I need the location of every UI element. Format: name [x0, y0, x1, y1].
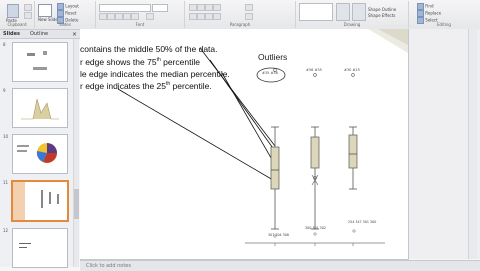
find-button[interactable]: Find: [417, 3, 433, 10]
slide-thumbnail[interactable]: [12, 42, 68, 82]
decrease-indent-icon[interactable]: [205, 4, 213, 11]
box: [270, 146, 280, 190]
shadow-icon[interactable]: [131, 13, 139, 20]
font-group: Font: [96, 1, 185, 28]
outlier-label: 300 301 302: [305, 226, 326, 230]
find-icon: [417, 3, 424, 10]
align-text-icon[interactable]: [245, 13, 253, 20]
align-right-icon[interactable]: [205, 13, 213, 20]
outlier-point: [313, 73, 317, 77]
box: [348, 134, 358, 169]
arrange-button[interactable]: [336, 3, 350, 21]
slide-thumbnail[interactable]: [12, 134, 68, 174]
new-slide-button[interactable]: New Slide: [38, 4, 58, 22]
outlier-label: #30 #25: [344, 68, 360, 72]
font-group-label: Font: [135, 22, 145, 27]
replace-button[interactable]: Replace: [417, 10, 441, 17]
align-center-icon[interactable]: [197, 13, 205, 20]
copy-icon[interactable]: [24, 12, 32, 19]
chart-title: Outliers: [258, 52, 287, 62]
thumbnails-scrollbar[interactable]: [73, 39, 79, 267]
drawing-group: Shape Outline Shape Effects Drawing: [296, 1, 409, 28]
align-left-icon[interactable]: [189, 13, 197, 20]
pointer-line: [117, 88, 274, 181]
editing-group-label: Editing: [437, 22, 451, 27]
outlier-label: 307 304 308: [268, 233, 289, 237]
shape-outline-label: Shape Outline: [368, 7, 397, 12]
paragraph-group: Paragraph: [185, 1, 296, 28]
ribbon: Paste Clipboard New Slide Layout Reset D…: [0, 0, 480, 30]
outlier-point: [352, 229, 356, 233]
shapes-gallery[interactable]: [299, 3, 333, 21]
tab-outline[interactable]: Outline: [30, 31, 48, 37]
shape-effects-button[interactable]: Shape Effects: [368, 13, 395, 18]
numbering-icon[interactable]: [197, 4, 205, 11]
editing-group: Find Replace Select Editing: [409, 1, 479, 28]
bullets-icon[interactable]: [189, 4, 197, 11]
justify-icon[interactable]: [213, 13, 221, 20]
notes-placeholder: Click to add notes: [86, 263, 131, 269]
outlier-point: [351, 73, 355, 77]
slide-canvas[interactable]: contains the middle 50% of the data. r e…: [80, 29, 409, 260]
slide-thumbnail[interactable]: [12, 228, 68, 268]
layout-button[interactable]: Layout: [57, 3, 79, 10]
shape-effects-label: Shape Effects: [368, 13, 396, 18]
thumb-number: 11: [3, 180, 9, 185]
reset-icon: [57, 10, 64, 17]
layout-icon: [57, 3, 64, 10]
thumb-number: 10: [3, 134, 9, 139]
find-label: Find: [425, 3, 434, 9]
thumb-pie-icon: [17, 143, 57, 163]
slide-vertical-scrollbar[interactable]: [468, 29, 477, 259]
box: [310, 136, 320, 169]
clipboard-group-label: Clipboard: [7, 22, 27, 27]
slide-thumbnail-selected[interactable]: [11, 180, 69, 222]
notes-pane[interactable]: Click to add notes: [80, 260, 480, 271]
shape-outline-button[interactable]: Shape Outline: [368, 7, 396, 12]
font-color-icon[interactable]: [146, 13, 154, 20]
slide-thumbnails-panel: 8 9 10 11 12: [0, 39, 74, 268]
quick-styles-button[interactable]: [352, 3, 366, 21]
cut-icon[interactable]: [24, 4, 32, 11]
thumb-distribution-icon: [21, 98, 59, 120]
reset-button[interactable]: Reset: [57, 10, 76, 17]
font-size-dropdown[interactable]: [152, 4, 168, 12]
scrollbar-thumb[interactable]: [74, 189, 79, 219]
paste-button[interactable]: Paste: [6, 4, 19, 23]
drawing-group-label: Drawing: [343, 22, 361, 27]
close-icon[interactable]: ×: [72, 31, 77, 38]
font-name-dropdown[interactable]: [99, 4, 151, 12]
thumb-number: 12: [3, 228, 9, 233]
pointer-line: [199, 47, 276, 147]
thumb-number: 9: [3, 88, 6, 93]
reset-label: Reset: [65, 10, 77, 16]
strikethrough-icon[interactable]: [123, 13, 131, 20]
replace-icon: [417, 10, 424, 17]
clipboard-group: Paste Clipboard: [0, 1, 35, 28]
slides-group-label: Slides: [59, 22, 71, 27]
pointer-line: [221, 72, 275, 164]
thumb-number: 8: [3, 42, 6, 47]
italic-icon[interactable]: [107, 13, 115, 20]
outlier-point: [313, 232, 317, 236]
outlier-label: #36 #35: [306, 68, 322, 72]
slide-thumbnail[interactable]: [12, 88, 68, 128]
slides-group: New Slide Layout Reset Delete Slides: [35, 1, 96, 28]
text-direction-icon[interactable]: [245, 4, 253, 11]
replace-label: Replace: [425, 10, 442, 16]
bold-icon[interactable]: [99, 13, 107, 20]
panel-tabs: Slides Outline ×: [0, 30, 80, 39]
paragraph-group-label: Paragraph: [229, 22, 251, 27]
outlier-label: 254 347 301 300: [348, 220, 376, 224]
boxplot-chart: Outliers #35 #38 #36 #35 #30 #25 307 304…: [117, 47, 385, 246]
tab-slides[interactable]: Slides: [3, 31, 20, 37]
increase-indent-icon[interactable]: [213, 4, 221, 11]
underline-icon[interactable]: [115, 13, 123, 20]
layout-label: Layout: [65, 3, 79, 9]
